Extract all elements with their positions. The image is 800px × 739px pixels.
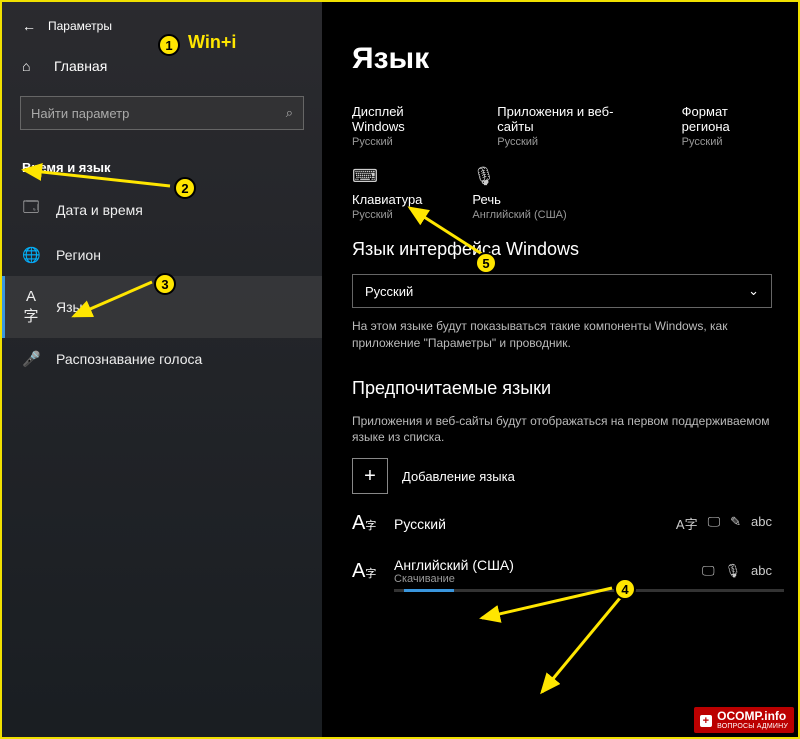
add-language-label: Добавление языка [402, 469, 515, 484]
tile-apps-label: Приложения и веб-сайты [497, 104, 631, 134]
lang-en-capabilities: 🖵 🎙 abc [702, 563, 772, 579]
tile-display-label: Дисплей Windows [352, 104, 447, 134]
settings-sidebar: ← Параметры ⌂ Главная Найти параметр ⌕ В… [2, 2, 322, 737]
nav-date-label: Дата и время [56, 202, 143, 218]
tile-region-sub: Русский [682, 136, 768, 148]
search-icon: ⌕ [286, 105, 293, 121]
ui-lang-dropdown[interactable]: Русский ⌄ [352, 274, 772, 308]
lang-ru-name: Русский [394, 516, 662, 532]
annotation-shortcut: Win+i [188, 32, 236, 53]
search-placeholder: Найти параметр [31, 106, 286, 121]
tile-display-sub: Русский [352, 136, 447, 148]
page-title: Язык [352, 42, 768, 76]
annotation-marker-4: 4 [614, 578, 636, 600]
lang-entry-en[interactable]: A字 Английский (США) Скачивание 🖵 🎙 abc [352, 557, 772, 585]
plus-badge-icon: + [700, 715, 712, 727]
lang-en-status: Скачивание [394, 573, 688, 585]
ui-lang-value: Русский [365, 284, 413, 299]
tile-keyboard[interactable]: ⌨ Клавиатура Русский [352, 166, 422, 221]
tile-region-label: Формат региона [682, 104, 768, 134]
lang-ru-capabilities: A字 🖵 ✎ abc [676, 514, 772, 533]
spellcheck-icon: abc [751, 563, 772, 579]
calendar-icon: 🗔 [22, 197, 40, 222]
display-icon: 🖵 [708, 514, 721, 533]
pref-heading: Предпочитаемые языки [352, 378, 768, 399]
microphone-icon: 🎙 [472, 166, 566, 186]
tile-speech-sub: Английский (США) [472, 209, 566, 221]
watermark-sub: ВОПРОСЫ АДМИНУ [717, 723, 788, 731]
home-icon: ⌂ [22, 58, 40, 74]
ui-lang-heading: Язык интерфейса Windows [352, 239, 768, 260]
globe-icon: 🌐 [22, 246, 40, 264]
nav-language-label: Язык [56, 299, 89, 315]
watermark-top: OCOMP.info [717, 710, 788, 723]
tile-apps-sub: Русский [497, 136, 631, 148]
tile-display[interactable]: Дисплей Windows Русский [352, 100, 447, 148]
back-icon: ← [22, 18, 36, 34]
nav-region-label: Регион [56, 247, 101, 263]
tile-speech-label: Речь [472, 192, 566, 207]
window-title: Параметры [48, 19, 112, 33]
annotation-marker-3: 3 [154, 273, 176, 295]
nav-speech-label: Распознавание голоса [56, 351, 202, 367]
microphone-icon: 🎙 [725, 563, 742, 579]
sidebar-item-date[interactable]: 🗔 Дата и время [2, 185, 322, 234]
search-input[interactable]: Найти параметр ⌕ [20, 96, 304, 130]
progress-bar [404, 589, 454, 592]
lang-entry-ru[interactable]: A字 Русский A字 🖵 ✎ abc [352, 512, 772, 535]
add-language-button[interactable]: + Добавление языка [352, 458, 768, 494]
chevron-down-icon: ⌄ [748, 283, 759, 299]
language-icon: A字 [352, 512, 380, 535]
section-label: Время и язык [2, 150, 322, 185]
microphone-icon: 🎤 [22, 350, 40, 368]
lang-en-name: Английский (США) [394, 557, 688, 573]
language-icon: A字 [22, 288, 40, 326]
tile-speech[interactable]: 🎙 Речь Английский (США) [472, 166, 566, 221]
language-icon: A字 [352, 560, 380, 583]
annotation-marker-2: 2 [174, 177, 196, 199]
download-progress [394, 589, 784, 592]
plus-icon: + [352, 458, 388, 494]
annotation-marker-1: 1 [158, 34, 180, 56]
settings-main: Язык Дисплей Windows Русский Приложения … [322, 2, 798, 737]
pref-help: Приложения и веб-сайты будут отображатьс… [352, 413, 772, 447]
handwriting-icon: ✎ [730, 514, 741, 533]
tile-keyboard-sub: Русский [352, 209, 422, 221]
sidebar-item-region[interactable]: 🌐 Регион [2, 234, 322, 276]
tile-apps[interactable]: Приложения и веб-сайты Русский [497, 100, 631, 148]
tile-keyboard-label: Клавиатура [352, 192, 422, 207]
watermark: + OCOMP.info ВОПРОСЫ АДМИНУ [694, 707, 794, 733]
text-to-speech-icon: A字 [676, 514, 698, 533]
annotation-marker-5: 5 [475, 252, 497, 274]
ui-lang-help: На этом языке будут показываться такие к… [352, 318, 772, 352]
tile-region[interactable]: Формат региона Русский [682, 100, 768, 148]
sidebar-item-speech[interactable]: 🎤 Распознавание голоса [2, 338, 322, 380]
home-label: Главная [54, 58, 107, 74]
display-icon: 🖵 [702, 563, 715, 579]
keyboard-icon: ⌨ [352, 166, 422, 186]
spellcheck-icon: abc [751, 514, 772, 533]
